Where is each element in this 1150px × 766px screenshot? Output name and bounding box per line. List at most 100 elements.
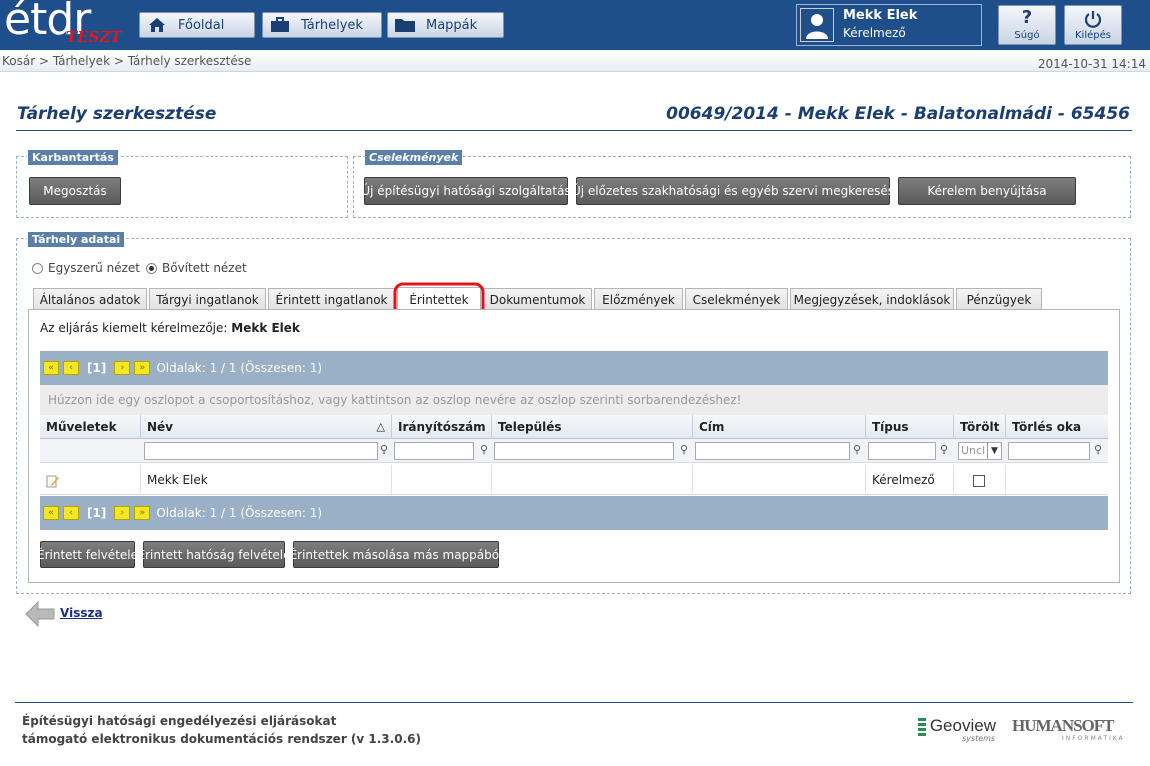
humansoft-logo: HUMANSOFT INFORMATIKA [1012,716,1123,742]
logo-badge: TESZT [66,28,122,46]
view-simple-radio[interactable]: Egyszerű nézet [32,261,140,275]
new-request-button[interactable]: Új előzetes szakhatósági és egyéb szervi… [572,177,894,205]
filter-telepules-input[interactable] [494,442,674,460]
filter-nev-input[interactable] [144,442,378,460]
karbantartas-legend: Karbantartás [27,149,119,166]
prev-page-icon[interactable]: ‹ [63,361,79,375]
col-telepules[interactable]: Település [492,415,693,439]
next-page-icon[interactable]: › [114,506,131,520]
pager-current: [1] [87,361,107,375]
pager-info: Oldalak: 1 / 1 (Összesen: 1) [156,361,323,375]
tab-megjegyzesek[interactable]: Megjegyzések, indoklások [790,288,954,310]
help-button[interactable]: ? Súgó [998,5,1056,45]
tab-cselekmenyek[interactable]: Cselekmények [685,288,788,310]
first-page-icon[interactable]: « [43,506,59,520]
tab-erintett-ingatlanok[interactable]: Érintett ingatlanok [268,288,395,310]
cell-iranyitoszam [392,465,492,495]
submit-application-button[interactable]: Kérelem benyújtása [898,177,1076,205]
briefcase-icon [269,16,291,34]
nav-fooldal-button[interactable]: Főoldal [139,12,255,38]
filter-icon[interactable]: ⚲ [680,443,690,457]
col-torolt[interactable]: Törölt [954,415,1006,439]
torolt-checkbox[interactable] [973,474,985,487]
view-extended-label: Bővített nézet [162,261,247,275]
title-divider [16,130,1132,131]
first-page-icon[interactable]: « [43,361,59,375]
radio-circle [32,262,43,274]
last-page-icon[interactable]: » [134,506,151,520]
nav-mappak-button[interactable]: Mappák [387,12,504,38]
col-tipus[interactable]: Típus [866,415,954,439]
prev-page-icon[interactable]: ‹ [63,506,79,520]
cell-telepules [492,465,693,495]
pager-info: Oldalak: 1 / 1 (Összesen: 1) [156,506,323,520]
applicant-name: Mekk Elek [231,321,300,335]
pager-bottom: « ‹ [1] › » Oldalak: 1 / 1 (Összesen: 1) [40,496,1108,530]
filter-icon[interactable]: ⚲ [380,443,390,457]
cselekmenyek-fieldset: Cselekmények Új építésügyi hatósági szol… [353,149,1131,218]
filter-torolt-value: Uncl [961,444,986,457]
filter-icon[interactable]: ⚲ [940,443,950,457]
tab-dokumentumok[interactable]: Dokumentumok [483,288,592,310]
col-cim[interactable]: Cím [693,415,866,439]
breadcrumb[interactable]: Kosár > Tárhelyek > Tárhely szerkesztése [2,54,251,68]
tab-targyi-ingatlanok[interactable]: Tárgyi ingatlanok [149,288,266,310]
filter-tipus-input[interactable] [868,442,936,460]
tarhely-adatai-legend: Tárhely adatai [27,231,126,248]
filter-icon[interactable]: ⚲ [1094,443,1104,457]
back-link[interactable]: Vissza [60,606,103,620]
copy-affected-button[interactable]: Érintettek másolása más mappából [290,541,502,568]
logout-button[interactable]: Kilépés [1064,5,1122,45]
user-panel[interactable]: Mekk Elek Kérelmező [796,4,982,46]
filter-icon[interactable]: ⚲ [853,443,863,457]
pager-top: « ‹ [1] › » Oldalak: 1 / 1 (Összesen: 1) [40,351,1108,385]
filter-icon[interactable]: ⚲ [480,443,490,457]
table-row[interactable]: Mekk Elek Kérelmező [40,465,1108,495]
col-iranyitoszam[interactable]: Irányítószám [392,415,492,439]
col-muveletek[interactable]: Műveletek [40,415,141,439]
share-button[interactable]: Megosztás [29,177,121,205]
filter-torolt-select[interactable]: Uncl ▼ [958,442,1002,460]
col-torles-oka[interactable]: Törlés oka [1006,415,1108,439]
question-icon: ? [1021,7,1033,28]
cselekmenyek-legend: Cselekmények [364,149,464,166]
filter-torles-oka-input[interactable] [1008,442,1090,460]
cell-torles-oka [1006,465,1108,495]
chevron-down-icon: ▼ [987,443,1001,459]
page-title: Tárhely szerkesztése [17,104,217,124]
footer-text: Építésügyi hatósági engedélyezési eljárá… [22,712,421,748]
avatar-icon [800,8,834,42]
next-page-icon[interactable]: › [114,361,131,375]
page-subtitle: 00649/2014 - Mekk Elek - Balatonalmádi -… [666,104,1130,124]
folder-icon [394,16,416,34]
last-page-icon[interactable]: » [134,361,151,375]
col-nev[interactable]: Név △ [141,415,392,439]
nav-tarhelyek-label: Tárhelyek [301,17,363,33]
filter-cim-input[interactable] [695,442,850,460]
footer-divider [15,702,1133,703]
view-simple-label: Egyszerű nézet [48,261,140,275]
nav-mappak-label: Mappák [426,17,478,33]
new-service-button[interactable]: Új építésügyi hatósági szolgáltatás [361,177,571,205]
tab-altalanos-adatok[interactable]: Általános adatok [33,288,147,310]
nav-fooldal-label: Főoldal [178,17,225,33]
filter-iranyitoszam-input[interactable] [394,442,474,460]
edit-icon[interactable] [46,473,60,487]
back-arrow-icon[interactable] [24,600,58,630]
cell-nev: Mekk Elek [141,465,392,495]
add-affected-button[interactable]: Érintett felvétele [37,541,138,568]
group-panel[interactable]: Húzzon ide egy oszlopot a csoportosításh… [40,385,1108,415]
humansoft-brand: HUMANSOFT [1012,716,1114,735]
add-authority-button[interactable]: Érintett hatóság felvétele [137,541,291,568]
top-bar: étdr TESZT Főoldal Tárhelyek Mappák Mekk… [0,0,1150,50]
geoview-sub: systems [962,734,996,743]
tab-penzugyek[interactable]: Pénzügyek [956,288,1042,310]
view-extended-radio[interactable]: Bővített nézet [146,261,247,275]
nav-tarhelyek-button[interactable]: Tárhelyek [262,12,382,38]
radio-circle-selected [146,262,157,274]
tab-elozmenyek[interactable]: Előzmények [594,288,683,310]
geoview-logo-mark [918,718,926,736]
col-nev-label: Név [147,420,174,434]
breadcrumb-bar: Kosár > Tárhelyek > Tárhely szerkesztése… [0,50,1150,72]
user-role: Kérelmező [843,26,906,40]
